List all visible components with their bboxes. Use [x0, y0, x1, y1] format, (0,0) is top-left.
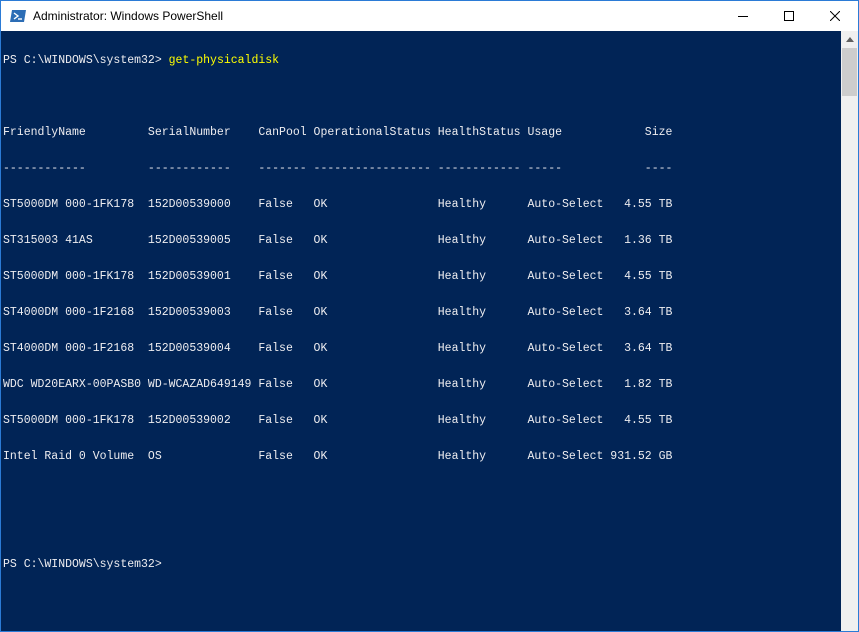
title-bar[interactable]: Administrator: Windows PowerShell [1, 1, 858, 31]
powershell-icon [10, 8, 26, 24]
vertical-scrollbar[interactable] [841, 31, 858, 631]
chevron-up-icon [845, 37, 854, 42]
minimize-button[interactable] [720, 1, 766, 31]
table-row: WDC WD20EARX-00PASB0 WD-WCAZAD649149 Fal… [3, 378, 673, 391]
prompt-line: PS C:\WINDOWS\system32> get-physicaldisk [3, 55, 672, 67]
table-header: FriendlyName SerialNumber CanPool Operat… [3, 126, 673, 139]
close-button[interactable] [812, 1, 858, 31]
table-row: ST5000DM 000-1FK178 152D00539000 False O… [3, 198, 673, 211]
prompt: PS C:\WINDOWS\system32> [3, 558, 169, 571]
command: get-physicaldisk [168, 54, 280, 67]
table-row: ST315003 41AS 152D00539005 False OK Heal… [3, 234, 673, 247]
scroll-up-button[interactable] [841, 31, 858, 48]
table-row: ST5000DM 000-1FK178 152D00539001 False O… [3, 270, 673, 283]
maximize-button[interactable] [766, 1, 812, 31]
console-output[interactable]: PS C:\WINDOWS\system32> get-physicaldisk… [1, 31, 841, 631]
table-row: ST4000DM 000-1F2168 152D00539004 False O… [3, 342, 673, 355]
table-row: ST4000DM 000-1F2168 152D00539003 False O… [3, 306, 673, 319]
minimize-icon [738, 16, 748, 17]
prompt-line: PS C:\WINDOWS\system32> [3, 559, 672, 571]
window-controls [720, 1, 858, 31]
table-row: ST5000DM 000-1FK178 152D00539002 False O… [3, 414, 673, 427]
table-row: Intel Raid 0 Volume OS False OK Healthy … [3, 450, 673, 463]
window-title: Administrator: Windows PowerShell [33, 9, 224, 23]
maximize-icon [784, 11, 794, 21]
close-icon [830, 11, 840, 21]
prompt: PS C:\WINDOWS\system32> [3, 54, 169, 67]
table-header-underline: ------------ ------------ ------- ------… [3, 162, 673, 175]
powershell-window: Administrator: Windows PowerShell PS C:\… [0, 0, 859, 632]
scrollbar-thumb[interactable] [842, 48, 857, 96]
